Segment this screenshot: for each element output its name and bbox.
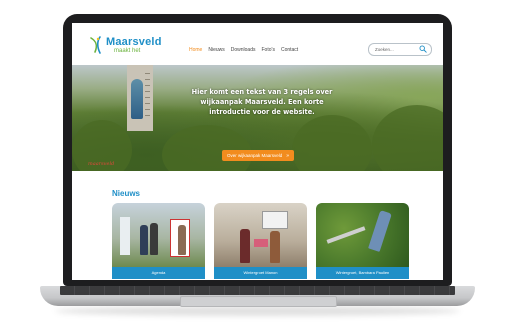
news-card[interactable]: Wintergroet Manon: [214, 203, 307, 279]
laptop-keyboard: [60, 286, 455, 295]
hero-banner: Hier komt een tekst van 3 regels over wi…: [72, 65, 443, 171]
search-input[interactable]: [375, 45, 419, 53]
news-card-label: Agenda: [112, 267, 205, 279]
garden-tool: [326, 226, 366, 244]
double-chevron-right-icon: »: [286, 153, 290, 159]
laptop-screen: Maarsveld maakt het Home Nieuws Download…: [72, 23, 443, 280]
nav-item-downloads[interactable]: Downloads: [231, 47, 256, 53]
news-card[interactable]: Agenda: [112, 203, 205, 279]
building-window: [145, 85, 150, 86]
building-window: [145, 73, 150, 74]
news-card-label: Wintergroet, Bambara Paulien: [316, 267, 409, 279]
news-card-image: [316, 203, 409, 267]
hero-cta-button[interactable]: Over wijkaanpak Maarsveld»: [222, 150, 294, 161]
logo-title: Maarsveld: [106, 36, 162, 48]
main-nav: Home Nieuws Downloads Foto's Contact: [189, 47, 298, 53]
laptop-mockup: Maarsveld maakt het Home Nieuws Download…: [0, 0, 515, 334]
building-window: [145, 79, 150, 80]
logo-subtitle: maakt het: [114, 48, 141, 54]
site-header: Maarsveld maakt het Home Nieuws Download…: [72, 23, 443, 65]
nav-item-contact[interactable]: Contact: [281, 47, 298, 53]
person: [240, 229, 250, 263]
laptop-shadow: [55, 306, 460, 316]
building-window: [145, 103, 150, 104]
hero-foliage: [162, 125, 252, 171]
wall-frame: [262, 211, 288, 229]
banner: [120, 217, 130, 255]
nav-item-fotos[interactable]: Foto's: [262, 47, 275, 53]
person: [368, 210, 392, 252]
hero-cta-label: Over wijkaanpak Maarsveld: [226, 153, 283, 158]
news-card-label: Wintergroet Manon: [214, 267, 307, 279]
hero-mural: [131, 79, 143, 119]
hero-foliage: [372, 105, 443, 171]
logo-mark-icon: [90, 36, 101, 54]
hero-foliage: [292, 115, 372, 171]
building-window: [145, 115, 150, 116]
search-icon[interactable]: [419, 45, 427, 53]
person: [140, 225, 148, 255]
site-logo[interactable]: Maarsveld maakt het: [88, 35, 168, 59]
person: [178, 225, 186, 255]
building-window: [145, 109, 150, 110]
building-window: [145, 97, 150, 98]
hero-signature: maarsveld: [88, 161, 115, 167]
news-card[interactable]: Wintergroet, Bambara Paulien: [316, 203, 409, 279]
news-card-image: [112, 203, 205, 267]
hero-line-3: introductie voor de website.: [209, 108, 315, 116]
hero-building-image: [127, 65, 153, 131]
hero-intro-text: Hier komt een tekst van 3 regels over wi…: [162, 87, 362, 117]
hero-line-2: wijkaanpak Maarsveld. Een korte: [200, 98, 324, 106]
news-card-image: [214, 203, 307, 267]
person: [150, 223, 158, 255]
person: [270, 231, 280, 263]
search-box: [368, 43, 432, 56]
laptop-trackpad: [180, 296, 337, 307]
bouquet: [254, 239, 268, 247]
nav-item-nieuws[interactable]: Nieuws: [208, 47, 224, 53]
news-section-title: Nieuws: [112, 189, 141, 198]
nav-item-home[interactable]: Home: [189, 47, 202, 53]
hero-line-1: Hier komt een tekst van 3 regels over: [191, 88, 333, 96]
building-window: [145, 91, 150, 92]
